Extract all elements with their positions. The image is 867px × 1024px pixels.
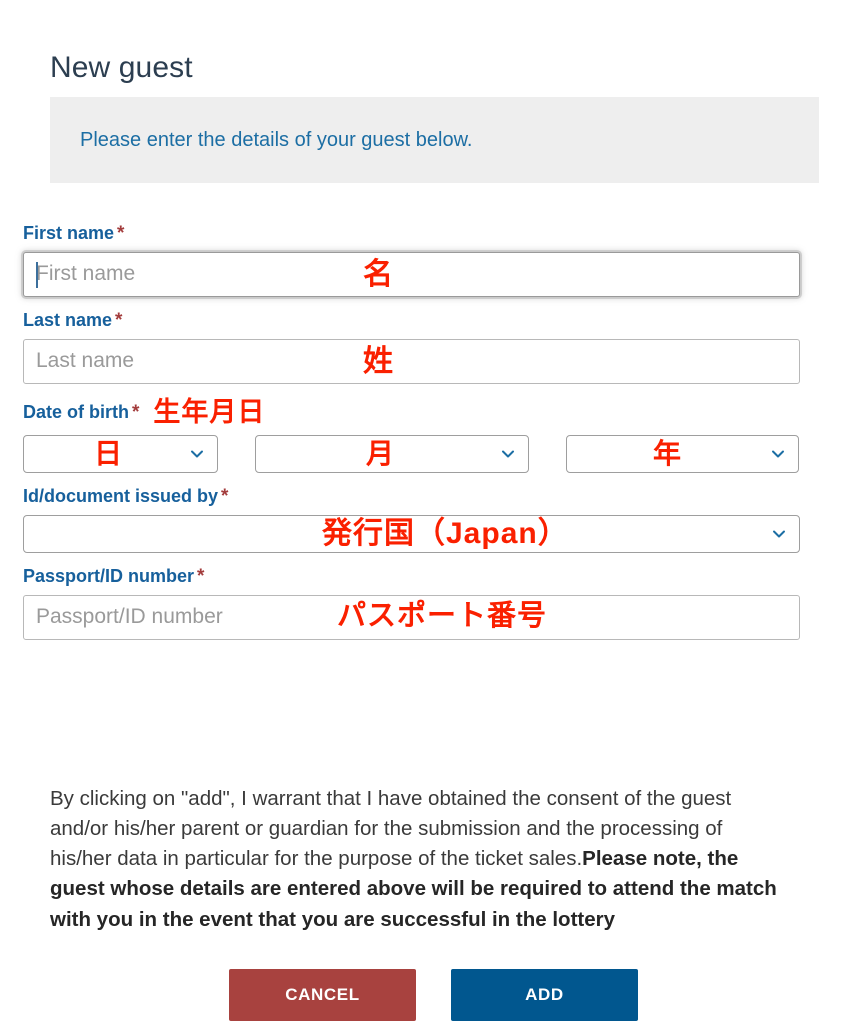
dob-month-annotation: 月 [366,438,396,470]
first-name-input-wrap: 名 [23,251,844,297]
last-name-input-wrap: 姓 [23,338,844,384]
issued-by-annotation: 発行国（Japan） [322,517,569,550]
first-name-label-text: First name [23,223,115,243]
chevron-down-icon [772,527,786,541]
passport-number-label-text: Passport/ID number [23,566,195,586]
consent-disclaimer: By clicking on "add", I warrant that I h… [50,784,780,936]
form-actions: CANCEL ADD [0,969,867,1021]
required-asterisk: * [115,309,123,331]
page-title: New guest [50,51,193,85]
info-banner-text: Please enter the details of your guest b… [80,129,473,151]
dob-year-select[interactable]: 年 [566,435,799,474]
required-asterisk: * [132,401,140,423]
date-of-birth-label-text: Date of birth [23,401,129,422]
new-guest-page: New guest Please enter the details of yo… [0,0,867,1024]
passport-number-input[interactable] [23,594,800,640]
last-name-label: Last name * [23,309,844,333]
issued-by-select[interactable]: 発行国（Japan） [23,515,800,553]
issued-by-label-text: Id/document issued by [23,486,219,507]
text-caret [36,261,38,288]
add-button[interactable]: ADD [451,969,638,1021]
chevron-down-icon [190,447,204,461]
info-banner: Please enter the details of your guest b… [50,97,819,183]
guest-form: First name* 名 Last name* 姓 Date of birth… [23,222,844,652]
cancel-button[interactable]: CANCEL [229,969,416,1021]
issued-by-label: Id/document issued by * [23,485,844,509]
first-name-label: First name * [23,222,844,246]
date-of-birth-label: Date of birth * 生年月日 [23,396,844,430]
date-of-birth-annotation: 生年月日 [153,396,266,427]
required-asterisk: * [117,223,125,244]
chevron-down-icon [501,447,515,461]
first-name-input[interactable] [23,251,800,297]
dob-year-annotation: 年 [653,438,683,470]
dob-day-annotation: 日 [94,438,124,470]
date-of-birth-selects: 日 月 年 [23,435,844,474]
passport-number-label: Passport/ID number * [23,565,844,589]
dob-month-select[interactable]: 月 [255,435,529,474]
passport-number-input-wrap: パスポート番号 [23,594,844,640]
last-name-input[interactable] [23,338,800,384]
required-asterisk: * [197,566,205,587]
required-asterisk: * [221,486,229,508]
dob-day-select[interactable]: 日 [23,435,218,474]
chevron-down-icon [771,447,785,461]
last-name-label-text: Last name [23,309,113,330]
